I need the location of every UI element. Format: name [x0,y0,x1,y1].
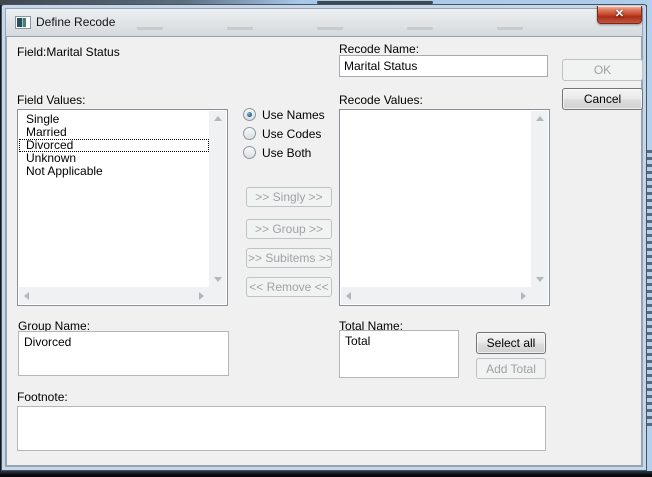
scroll-up-icon[interactable] [214,116,222,121]
radio-selected-icon[interactable] [243,108,256,121]
recode-name-input[interactable] [339,55,548,77]
scroll-left-icon[interactable] [24,292,29,300]
scroll-up-icon[interactable] [536,116,544,121]
field-values-label: Field Values: [17,93,85,107]
footnote-label: Footnote: [17,390,68,404]
field-values-list-content: Single Married Divorced Unknown Not Appl… [19,111,209,287]
scrollbar-corner [209,287,226,304]
define-recode-dialog: Define Recode ✕ Field:Marital Status Rec… [1,4,647,471]
vertical-scrollbar[interactable] [209,111,226,287]
radio-label: Use Names [262,108,325,122]
recode-values-list-content [341,111,531,287]
field-info: Field:Marital Status [17,45,120,59]
dialog-body: Field:Marital Status Recode Name: OK Can… [6,36,642,466]
radio-use-codes[interactable]: Use Codes [243,126,321,141]
titlebar-glass-artifact [407,27,433,30]
scroll-down-icon[interactable] [536,277,544,282]
horizontal-scrollbar[interactable] [341,287,531,304]
list-item[interactable]: Not Applicable [19,165,209,178]
cancel-button[interactable]: Cancel [562,88,643,110]
recode-values-label: Recode Values: [339,93,423,107]
app-icon [15,16,31,29]
select-all-button[interactable]: Select all [476,332,546,354]
radio-use-both[interactable]: Use Both [243,145,311,160]
field-label: Field: [17,45,46,59]
subitems-button[interactable]: >> Subitems >> [246,248,332,268]
close-button[interactable]: ✕ [597,6,642,24]
recode-name-label: Recode Name: [339,42,419,56]
scroll-left-icon[interactable] [346,292,351,300]
total-name-input[interactable]: Total [339,330,459,378]
group-name-value: Divorced [24,335,71,349]
background-window-bottom-edge [0,471,652,477]
scroll-right-icon[interactable] [521,292,526,300]
field-value: Marital Status [46,45,119,59]
total-name-value: Total [345,334,370,348]
horizontal-scrollbar[interactable] [19,287,209,304]
titlebar-glass-artifact [317,27,343,30]
background-window-content-blur [647,150,652,430]
group-name-input[interactable]: Divorced [18,331,229,376]
remove-button[interactable]: << Remove << [246,277,332,297]
field-values-listbox[interactable]: Single Married Divorced Unknown Not Appl… [17,109,228,306]
radio-label: Use Both [262,146,311,160]
scroll-right-icon[interactable] [199,292,204,300]
titlebar-glass-artifact [137,27,163,30]
radio-label: Use Codes [262,127,321,141]
add-total-button[interactable]: Add Total [476,358,546,379]
singly-button[interactable]: >> Singly >> [246,187,332,207]
radio-icon[interactable] [243,146,256,159]
group-button[interactable]: >> Group >> [246,219,332,239]
dialog-title: Define Recode [36,15,115,29]
scroll-down-icon[interactable] [214,277,222,282]
ok-button[interactable]: OK [562,59,643,81]
close-icon: ✕ [598,6,641,22]
recode-values-listbox[interactable] [339,109,550,306]
titlebar-glass-artifact [497,27,523,30]
background-window-right-edge [647,0,652,477]
dialog-titlebar[interactable]: Define Recode [6,9,642,36]
radio-use-names[interactable]: Use Names [243,107,325,122]
radio-icon[interactable] [243,127,256,140]
screenshot-root: Define Recode ✕ Field:Marital Status Rec… [0,0,652,477]
footnote-input[interactable] [17,406,546,451]
scrollbar-corner [531,287,548,304]
titlebar-glass-artifact [227,27,253,30]
vertical-scrollbar[interactable] [531,111,548,287]
